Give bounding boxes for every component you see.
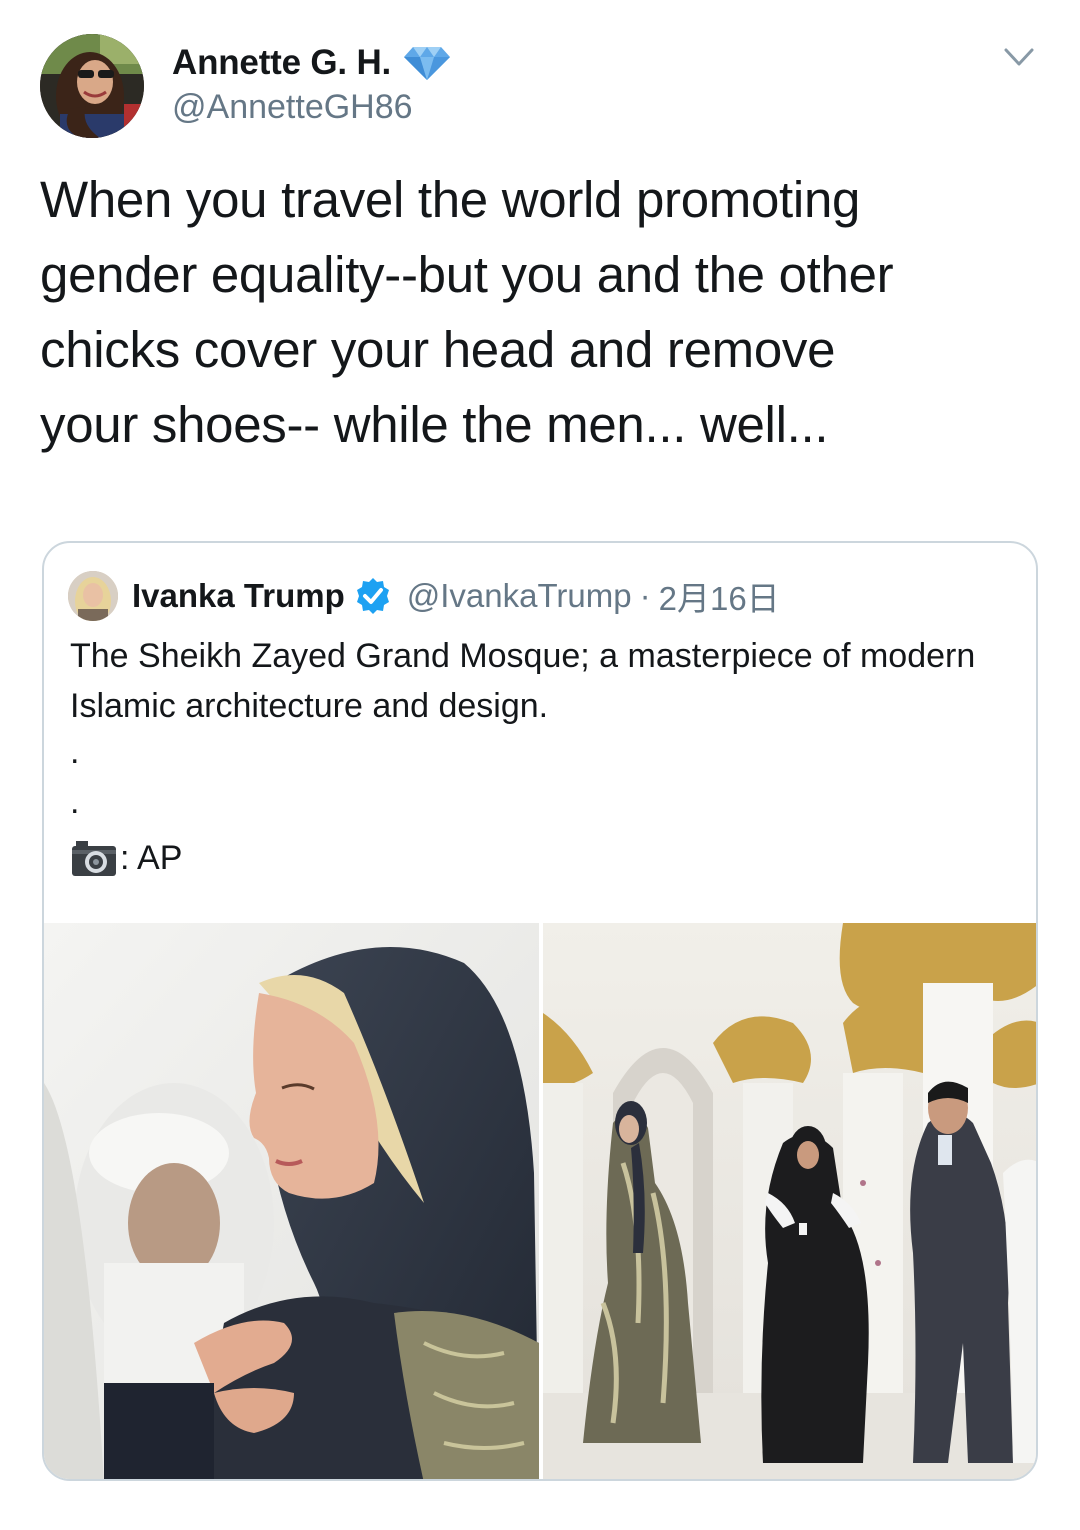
author-name-row: Annette G. H. — [172, 38, 451, 88]
quoted-tweet-media — [44, 923, 1036, 1479]
diamond-icon — [403, 45, 451, 81]
author-handle[interactable]: @AnnetteGH86 — [172, 88, 413, 127]
tweet-header: Annette G. H. @AnnetteGH86 — [40, 30, 1040, 140]
author-avatar[interactable] — [40, 34, 144, 138]
header-separator: · — [639, 577, 651, 614]
photo-portrait[interactable] — [44, 923, 539, 1479]
author-display-name[interactable]: Annette G. H. — [172, 43, 391, 83]
photo-mosque-walkway[interactable] — [543, 923, 1036, 1479]
quoted-dot-line-2: . — [70, 783, 80, 821]
camera-icon — [70, 838, 118, 878]
quoted-author-handle[interactable]: @IvankaTrump — [407, 577, 632, 615]
quoted-author-name[interactable]: Ivanka Trump — [132, 577, 345, 615]
quoted-dot-line-1: . — [70, 733, 80, 771]
verified-icon — [353, 576, 393, 616]
photo-credit: : AP — [70, 833, 182, 883]
photo-credit-text: : AP — [120, 838, 183, 877]
quoted-tweet-text: The Sheikh Zayed Grand Mosque; a masterp… — [70, 637, 976, 725]
quoted-tweet-date[interactable]: 2月16日 — [659, 572, 780, 620]
quoted-author-avatar[interactable] — [68, 571, 118, 621]
tweet-text: When you travel the world promoting gend… — [40, 171, 894, 453]
quoted-tweet-header: Ivanka Trump @IvankaTrump · 2月16日 — [68, 571, 780, 621]
chevron-down-icon[interactable] — [1002, 42, 1036, 72]
quoted-tweet-card[interactable]: Ivanka Trump @IvankaTrump · 2月16日 The Sh… — [42, 541, 1038, 1481]
